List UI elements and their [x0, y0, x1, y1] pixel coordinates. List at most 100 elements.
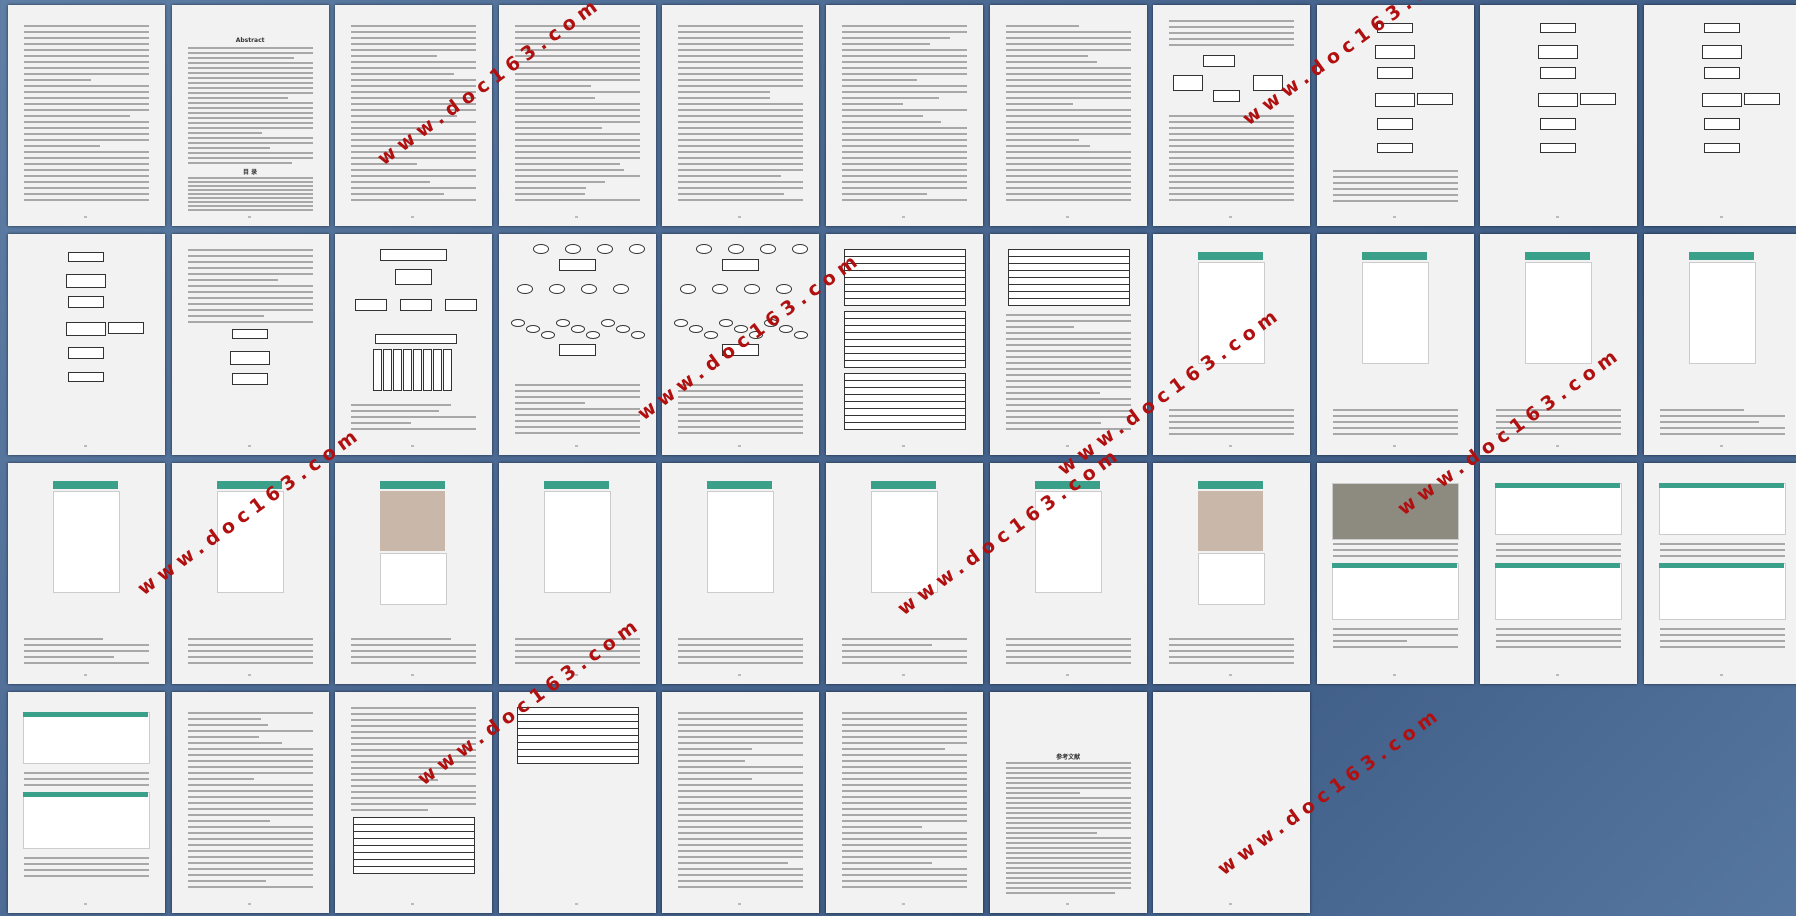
text-line [188, 321, 313, 323]
document-page[interactable]: 参考文献 [990, 692, 1147, 913]
document-page[interactable] [8, 692, 165, 913]
document-page[interactable] [172, 234, 329, 455]
page-number [1720, 216, 1723, 218]
text-line [515, 199, 640, 201]
text-line [24, 115, 130, 117]
document-page[interactable] [499, 5, 656, 226]
text-line [842, 862, 932, 864]
text-line [1169, 139, 1294, 141]
document-page[interactable] [1644, 234, 1796, 455]
document-page[interactable] [8, 5, 165, 226]
text-line [188, 814, 313, 816]
document-page[interactable] [335, 692, 492, 913]
attribute-ellipse [719, 319, 733, 327]
text-line [1333, 415, 1458, 417]
document-page[interactable] [8, 234, 165, 455]
page-number [902, 216, 905, 218]
text-line [188, 820, 270, 822]
document-page[interactable] [8, 463, 165, 684]
text-line [351, 181, 430, 183]
text-line [1006, 380, 1131, 382]
diagram-node [108, 322, 144, 334]
document-page[interactable] [1644, 5, 1796, 226]
text-line [842, 145, 967, 147]
text-line [1169, 44, 1294, 46]
text-line [1333, 634, 1458, 636]
document-page[interactable] [662, 692, 819, 913]
page-heading: 参考文献 [990, 752, 1147, 761]
diagram-node [232, 373, 268, 385]
document-page[interactable] [1317, 463, 1474, 684]
document-page[interactable] [826, 5, 983, 226]
text-line [188, 315, 264, 317]
text-line [842, 55, 967, 57]
diagram-node [1744, 93, 1780, 105]
text-line [842, 650, 967, 652]
text-line [1169, 127, 1294, 129]
document-page[interactable] [1480, 463, 1637, 684]
text-line [188, 201, 313, 203]
text-line [1169, 26, 1294, 28]
text-line [842, 133, 967, 135]
document-page[interactable] [335, 463, 492, 684]
text-line [1496, 555, 1621, 557]
text-line [678, 25, 803, 27]
text-line [1006, 103, 1074, 105]
page-number [575, 216, 578, 218]
text-line [188, 249, 313, 251]
text-line [1006, 61, 1097, 63]
text-line [188, 205, 313, 207]
text-line [351, 31, 476, 33]
document-page[interactable] [662, 463, 819, 684]
document-page[interactable]: Abstract 目 录 [172, 5, 329, 226]
text-line [842, 109, 967, 111]
text-line [24, 139, 149, 141]
document-page[interactable] [990, 5, 1147, 226]
text-line [1333, 543, 1458, 545]
document-page[interactable] [662, 5, 819, 226]
text-line [515, 420, 640, 422]
text-line [188, 261, 313, 263]
document-page[interactable] [1153, 5, 1310, 226]
app-screen [544, 491, 611, 593]
attribute-ellipse [728, 244, 744, 254]
text-line [1006, 368, 1131, 370]
text-line [1496, 646, 1621, 648]
app-header-bar [1198, 252, 1263, 260]
text-line [678, 850, 803, 852]
document-page[interactable] [499, 463, 656, 684]
text-line [515, 402, 585, 404]
document-page[interactable] [1644, 463, 1796, 684]
text-line [678, 91, 769, 93]
document-page[interactable] [1317, 234, 1474, 455]
text-line [1660, 427, 1785, 429]
text-line [842, 742, 967, 744]
text-line [842, 826, 922, 828]
text-line [351, 85, 476, 87]
text-line [188, 117, 313, 119]
document-page[interactable] [826, 692, 983, 913]
web-header-bar [23, 792, 148, 797]
app-header-bar [1689, 252, 1754, 260]
document-page[interactable] [499, 234, 656, 455]
text-line [515, 157, 640, 159]
attribute-ellipse [613, 284, 629, 294]
document-page[interactable] [335, 5, 492, 226]
text-line [1006, 812, 1131, 814]
page-number [1393, 216, 1396, 218]
document-page[interactable] [335, 234, 492, 455]
text-line [515, 181, 605, 183]
text-line [842, 778, 967, 780]
text-line [1006, 638, 1131, 640]
web-screenshot [1659, 483, 1786, 535]
attribute-ellipse [744, 284, 760, 294]
diagram-node [413, 349, 422, 391]
document-page[interactable] [1480, 5, 1637, 226]
text-line [678, 408, 803, 410]
document-page[interactable] [499, 692, 656, 913]
document-page[interactable] [172, 692, 329, 913]
document-page[interactable] [1153, 692, 1310, 913]
text-line [188, 880, 266, 882]
document-page[interactable] [1153, 463, 1310, 684]
attribute-ellipse [556, 319, 570, 327]
